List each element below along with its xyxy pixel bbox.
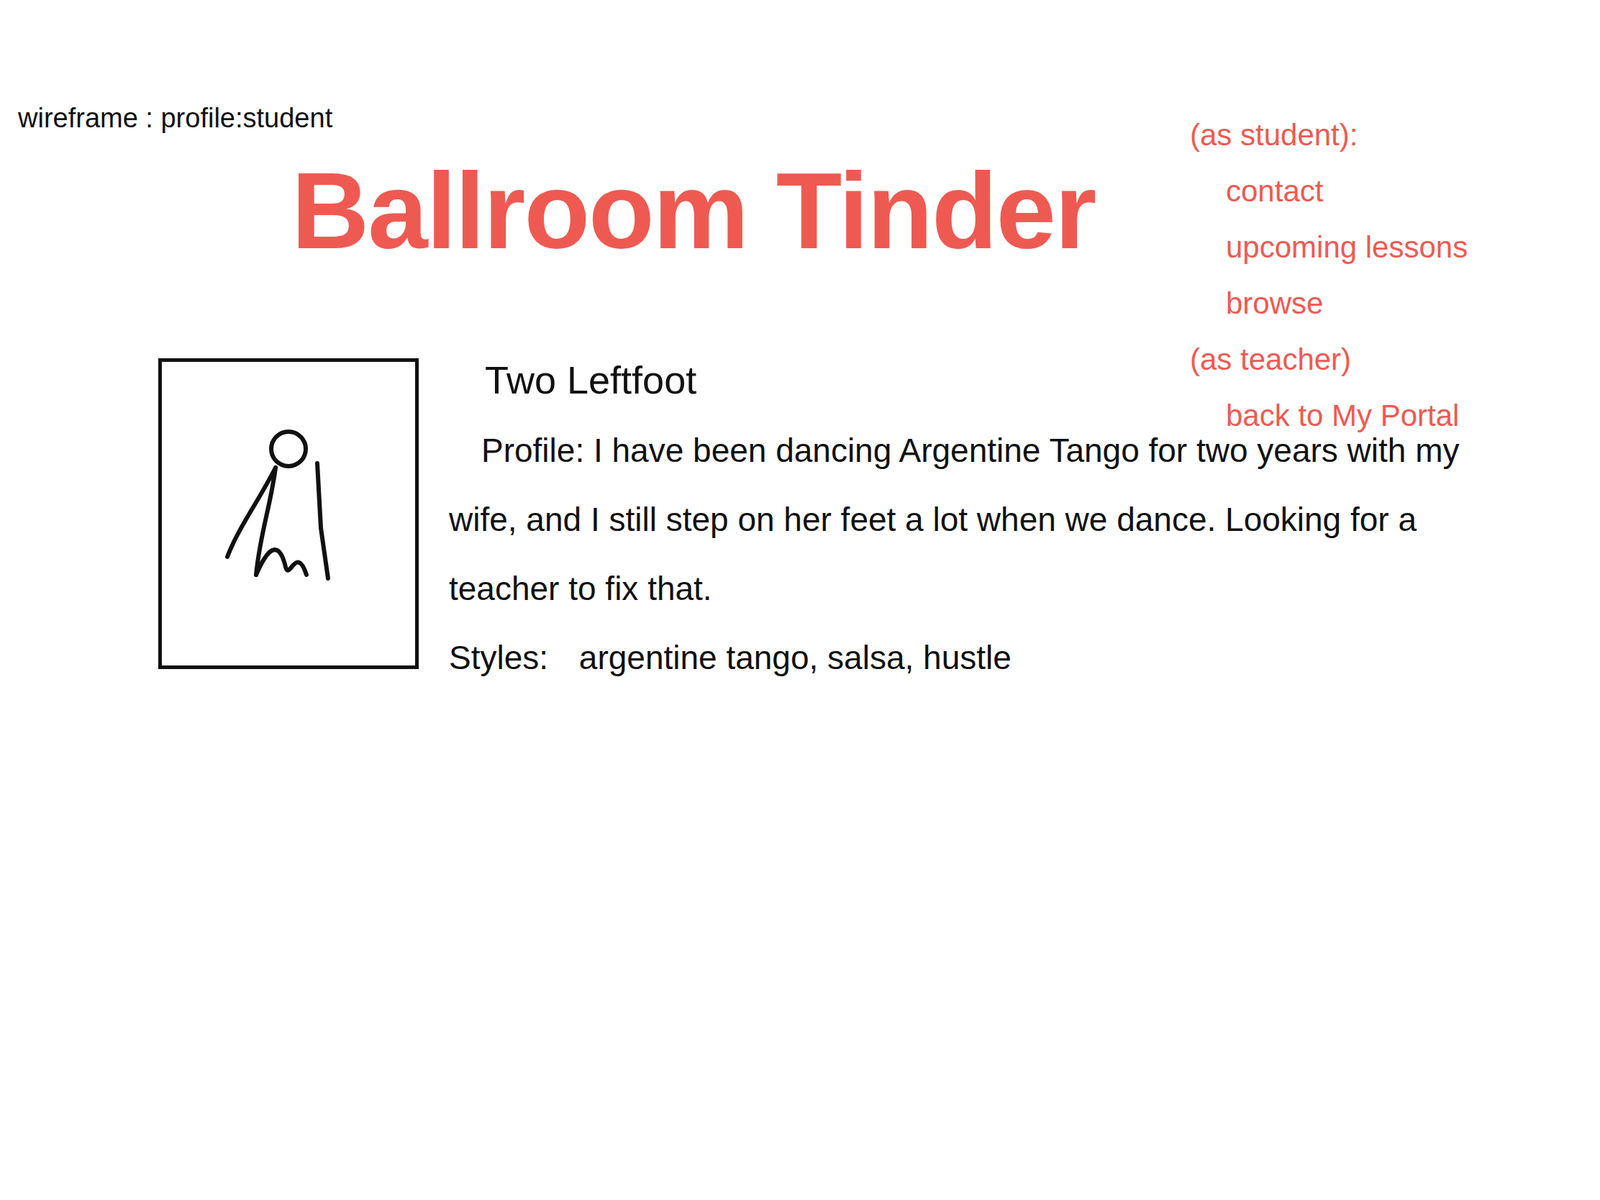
profile-photo — [158, 358, 419, 670]
bio-text: I have been dancing Argentine Tango for … — [448, 431, 1460, 608]
bio-label: Profile: — [481, 431, 585, 470]
profile-styles: Styles: argentine tango, salsa, hustle — [448, 623, 1529, 693]
styles-label: Styles: — [448, 638, 549, 677]
nav-menu: (as student): contact upcoming lessons brow… — [1189, 115, 1550, 436]
nav-link[interactable]: back to My Portal — [1189, 395, 1550, 436]
nav-heading: (as teacher) — [1189, 339, 1550, 380]
nav-link[interactable]: browse — [1189, 283, 1550, 324]
nav-link[interactable]: upcoming lessons — [1189, 227, 1550, 268]
wireframe-label: wireframe : profile:student — [17, 100, 1600, 136]
profile-bio: Profile: I have been dancing Argentine T… — [448, 415, 1529, 624]
nav-heading: (as student): — [1189, 115, 1550, 156]
styles-list: argentine tango, salsa, hustle — [579, 638, 1012, 677]
nav-link[interactable]: contact — [1189, 171, 1550, 212]
page: wireframe : profile:student Ballroom Tin… — [0, 0, 1600, 1200]
person-icon — [216, 420, 361, 608]
